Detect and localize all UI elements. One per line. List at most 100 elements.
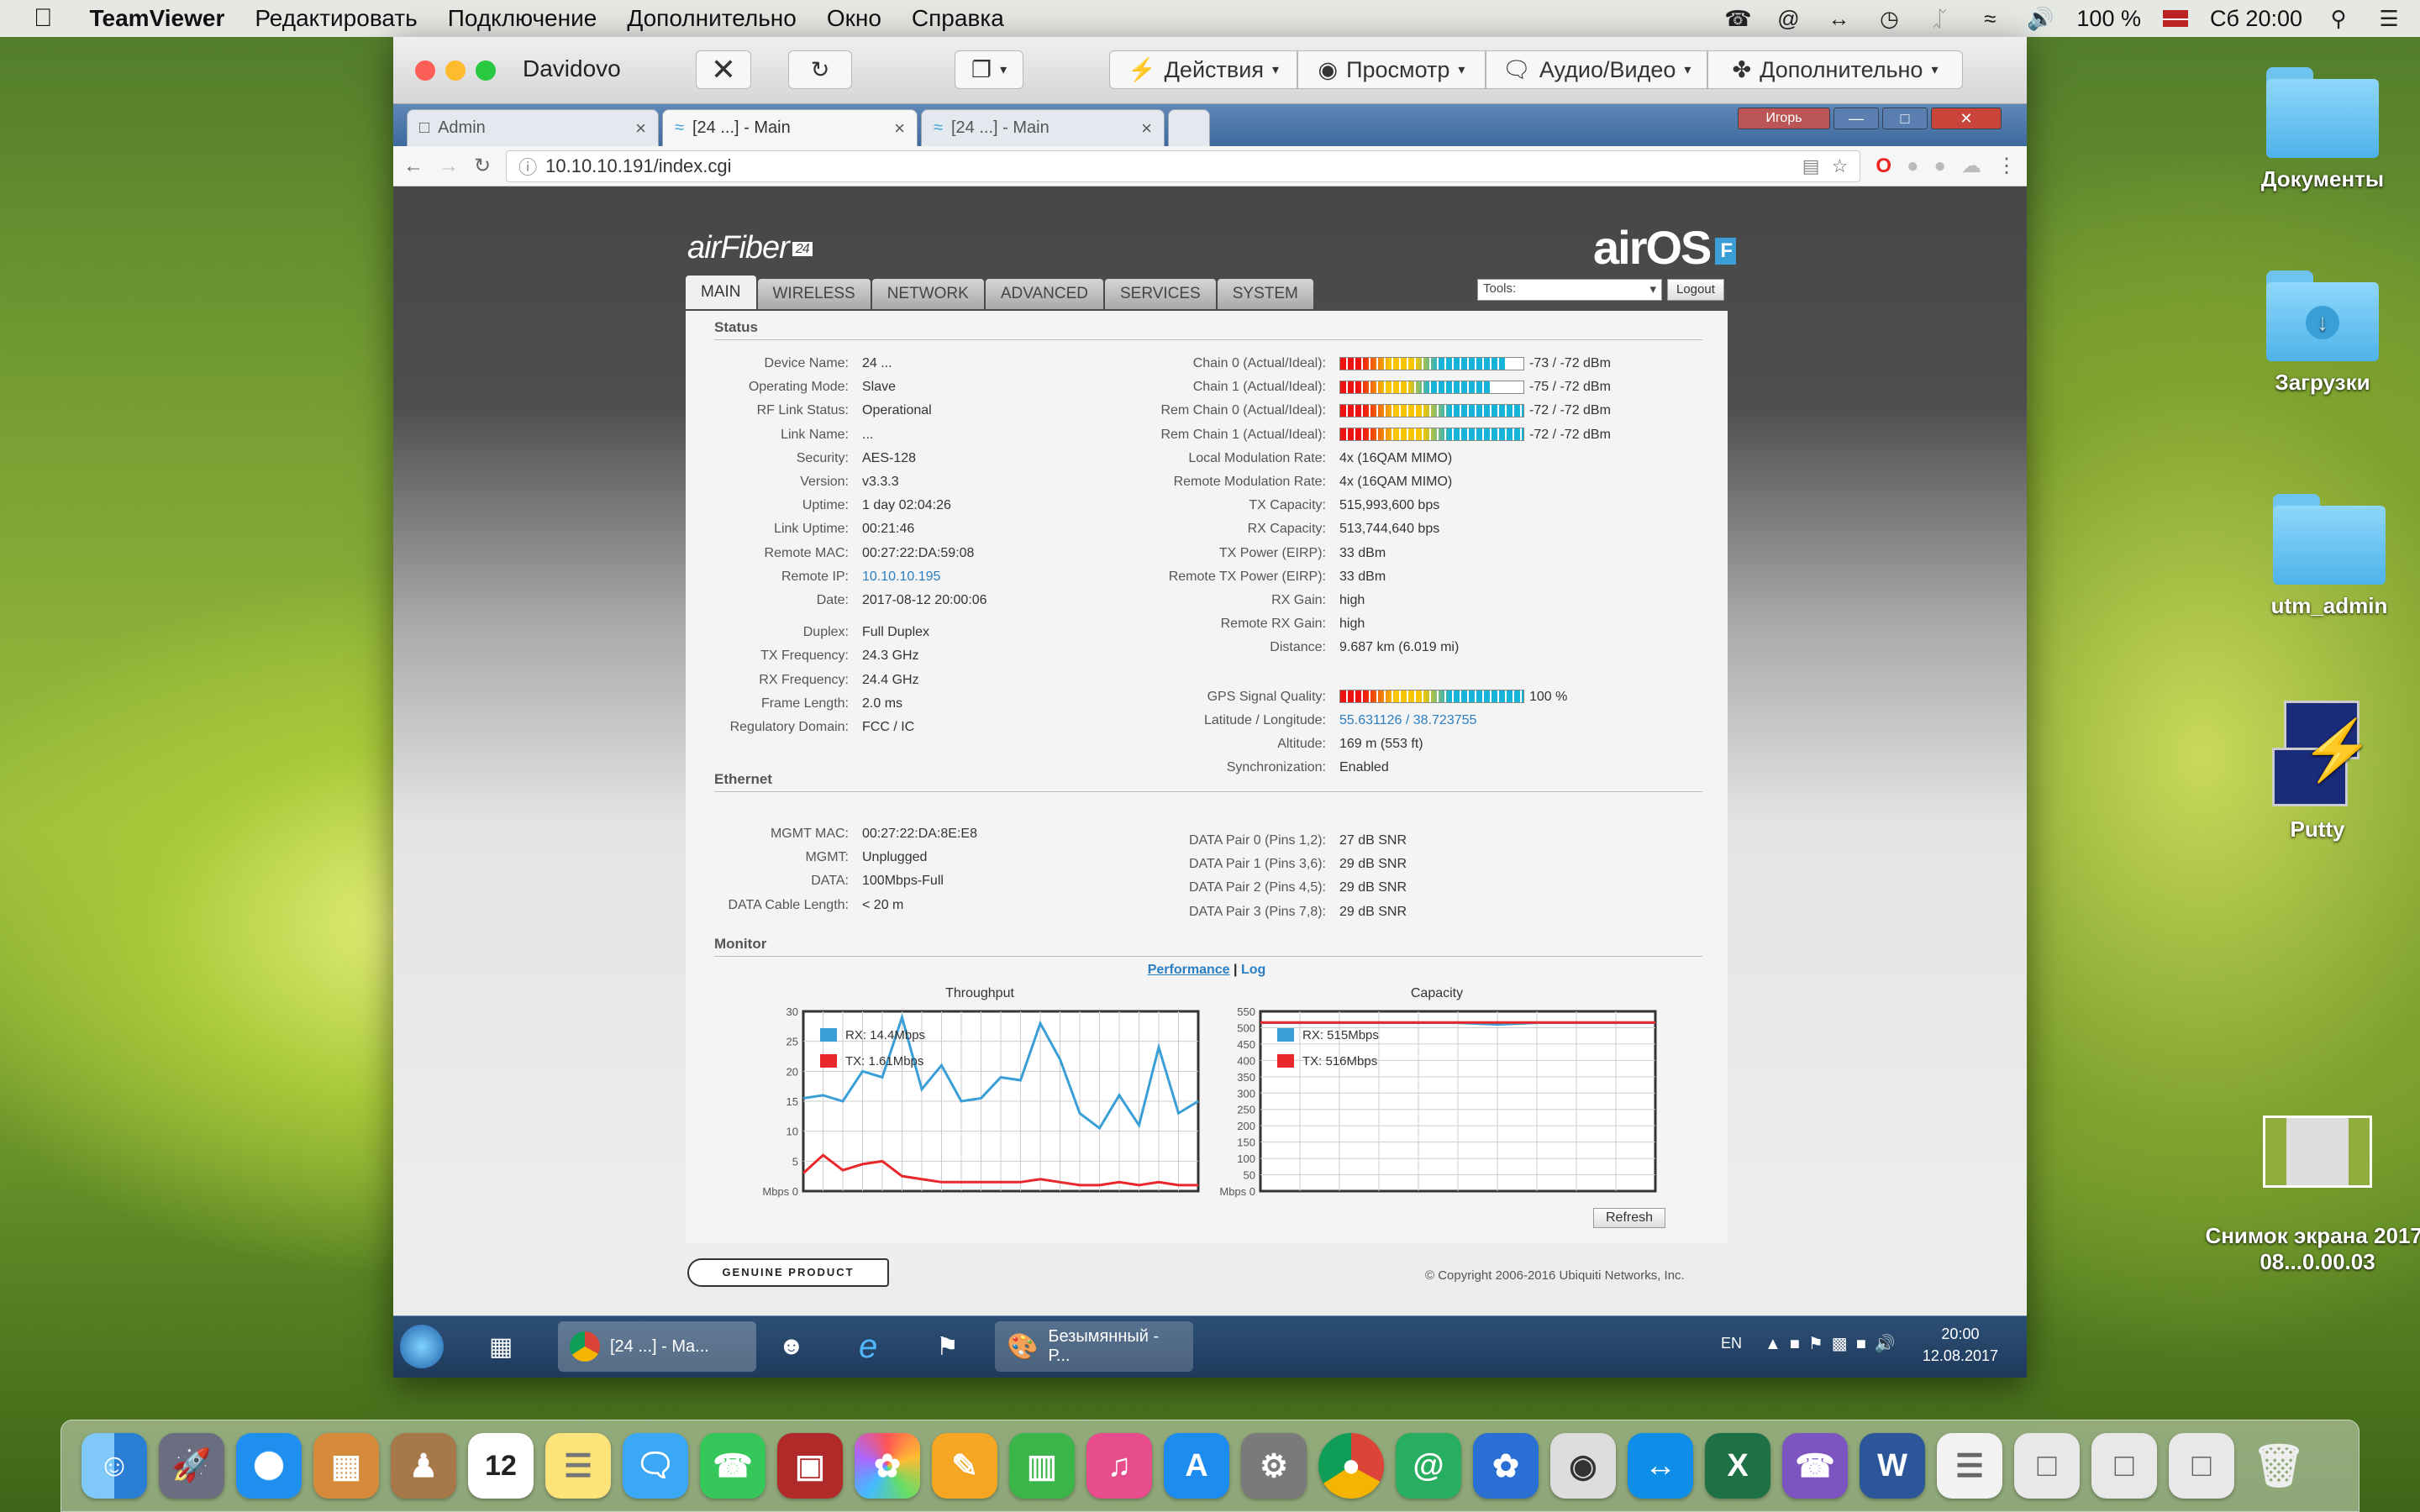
zoom-window-button[interactable]: [476, 60, 496, 81]
app-store-icon[interactable]: A: [1164, 1433, 1229, 1499]
lang-indicator[interactable]: EN: [1721, 1335, 1742, 1352]
menu-help[interactable]: Справка: [912, 5, 1004, 32]
viber-status-icon[interactable]: ☎: [1723, 4, 1752, 33]
maximize-icon[interactable]: □: [1882, 108, 1928, 129]
user-badge[interactable]: Игорь: [1738, 108, 1830, 129]
menu-connection[interactable]: Подключение: [448, 5, 597, 32]
desktop-icon-documents[interactable]: Документы: [2238, 67, 2407, 192]
desktop-icon-screenshot[interactable]: Снимок экрана 2017-08...0.00.03: [2202, 1116, 2420, 1275]
star-icon[interactable]: ☆: [1832, 155, 1849, 177]
new-tab-button[interactable]: [1168, 109, 1210, 146]
start-button[interactable]: [400, 1321, 450, 1372]
wifi-icon[interactable]: ≈: [1975, 4, 2004, 33]
forward-icon[interactable]: →: [439, 155, 459, 178]
messages-icon[interactable]: 🗨: [623, 1433, 688, 1499]
flag-icon[interactable]: [2162, 10, 2188, 27]
launchpad-icon[interactable]: 🚀: [159, 1433, 224, 1499]
menu-extra[interactable]: Дополнительно: [627, 5, 797, 32]
row-value[interactable]: 55.631126 / 38.723755: [1339, 713, 1476, 727]
actions-button[interactable]: ⚡ Действия ▾: [1109, 50, 1297, 89]
taskbar-app[interactable]: ☻: [766, 1321, 817, 1372]
minimize-icon[interactable]: —: [1833, 108, 1879, 129]
safari-icon[interactable]: ✦: [236, 1433, 302, 1499]
url-input[interactable]: ⓘ 10.10.10.191/index.cgi ▤ ☆: [506, 150, 1861, 182]
close-window-button[interactable]: [415, 60, 435, 81]
notification-center-icon[interactable]: ☰: [2375, 4, 2403, 33]
close-icon[interactable]: ✕: [1931, 108, 2002, 129]
taskbar-ie[interactable]: e: [847, 1321, 889, 1372]
desktop-icon-putty[interactable]: ⚡ Putty: [2233, 701, 2402, 843]
menu-app-name[interactable]: TeamViewer: [90, 5, 225, 32]
menu-edit[interactable]: Редактировать: [255, 5, 417, 32]
browser-tab-admin[interactable]: □ Admin ×: [407, 109, 659, 146]
wunderlist-icon[interactable]: ✿: [1473, 1433, 1539, 1499]
tab-advanced[interactable]: ADVANCED: [985, 279, 1103, 309]
audio-video-button[interactable]: 🗨 Аудио/Видео ▾: [1486, 50, 1707, 89]
battery-percent[interactable]: 100 %: [2076, 6, 2141, 32]
calculator-icon[interactable]: ▦: [313, 1433, 379, 1499]
extension-icon[interactable]: ●: [1907, 155, 1919, 178]
reload-icon[interactable]: ↻: [474, 154, 491, 178]
tab-wireless[interactable]: WIRELESS: [757, 279, 871, 309]
log-link[interactable]: Log: [1241, 963, 1265, 977]
notes-icon[interactable]: ☰: [545, 1433, 611, 1499]
trash-icon[interactable]: 🗑: [2246, 1433, 2312, 1499]
switch-sides-button[interactable]: ❐ ▾: [955, 50, 1023, 89]
taskbar-paint[interactable]: 🎨 Безымянный - Р...: [995, 1321, 1193, 1372]
word-icon[interactable]: W: [1860, 1433, 1925, 1499]
window-thumbnail-icon[interactable]: □: [2091, 1433, 2157, 1499]
desktop-icon-utm-admin[interactable]: utm_admin: [2245, 494, 2413, 619]
teamviewer-icon[interactable]: ↔: [1628, 1433, 1693, 1499]
volume-icon[interactable]: 🔊: [2026, 4, 2054, 33]
logout-button[interactable]: Logout: [1667, 279, 1724, 301]
extension-icon[interactable]: ●: [1934, 155, 1947, 178]
camera-icon[interactable]: ◉: [1550, 1433, 1616, 1499]
view-button[interactable]: ◉ Просмотр ▾: [1297, 50, 1486, 89]
facetime-icon[interactable]: ☎: [700, 1433, 765, 1499]
at-status-icon[interactable]: @: [1774, 4, 1802, 33]
back-icon[interactable]: ←: [403, 155, 424, 178]
window-thumbnail-icon[interactable]: □: [2169, 1433, 2234, 1499]
tools-select[interactable]: Tools: ▾: [1477, 279, 1662, 301]
taskbar-app[interactable]: ⚑: [924, 1321, 971, 1372]
browser-tab-main-1[interactable]: ≈ [24 ...] - Main ×: [662, 109, 918, 146]
extra-button[interactable]: ✤ Дополнительно ▾: [1707, 50, 1963, 89]
finder-icon[interactable]: ☺: [82, 1433, 147, 1499]
time-machine-icon[interactable]: ◷: [1875, 4, 1903, 33]
excel-icon[interactable]: X: [1705, 1433, 1770, 1499]
numbers-icon[interactable]: ▥: [1009, 1433, 1075, 1499]
bluetooth-icon[interactable]: ᛢ: [1925, 4, 1954, 33]
chrome-icon[interactable]: ●: [1318, 1433, 1384, 1499]
calendar-icon[interactable]: 12: [468, 1433, 534, 1499]
translate-icon[interactable]: ▤: [1802, 155, 1820, 177]
tab-system[interactable]: SYSTEM: [1217, 279, 1313, 309]
document-icon[interactable]: ☰: [1937, 1433, 2002, 1499]
contacts-icon[interactable]: ♟: [391, 1433, 456, 1499]
close-icon[interactable]: ×: [635, 118, 646, 139]
refresh-button[interactable]: Refresh: [1593, 1208, 1666, 1228]
menu-window[interactable]: Окно: [827, 5, 881, 32]
menu-kebab-icon[interactable]: ⋮: [1996, 154, 2017, 178]
tray-icons[interactable]: ▲■⚑▩■🔊: [1765, 1333, 1904, 1354]
performance-link[interactable]: Performance: [1148, 963, 1230, 977]
menu-clock[interactable]: Сб 20:00: [2210, 6, 2302, 32]
close-session-button[interactable]: ✕: [696, 50, 751, 89]
taskbar-chrome[interactable]: [24 ...] - Ma...: [558, 1321, 756, 1372]
apple-icon[interactable]: : [34, 4, 53, 33]
system-preferences-icon[interactable]: ⚙: [1241, 1433, 1307, 1499]
teamviewer-status-icon[interactable]: ↔: [1824, 4, 1853, 33]
taskbar-calc[interactable]: ▦: [477, 1321, 524, 1372]
photo-booth-icon[interactable]: ▣: [777, 1433, 843, 1499]
reconnect-button[interactable]: ↻: [788, 50, 852, 89]
tab-main[interactable]: MAIN: [686, 276, 756, 309]
photos-icon[interactable]: ✿: [855, 1433, 920, 1499]
window-thumbnail-icon[interactable]: □: [2014, 1433, 2080, 1499]
close-icon[interactable]: ×: [894, 118, 905, 139]
close-icon[interactable]: ×: [1141, 118, 1152, 139]
itunes-icon[interactable]: ♫: [1086, 1433, 1152, 1499]
row-value[interactable]: 10.10.10.195: [862, 570, 940, 584]
desktop-icon-downloads[interactable]: ↓ Загрузки: [2238, 270, 2407, 396]
browser-tab-main-2[interactable]: ≈ [24 ...] - Main ×: [921, 109, 1165, 146]
tab-network[interactable]: NETWORK: [871, 279, 984, 309]
pages-icon[interactable]: ✎: [932, 1433, 997, 1499]
